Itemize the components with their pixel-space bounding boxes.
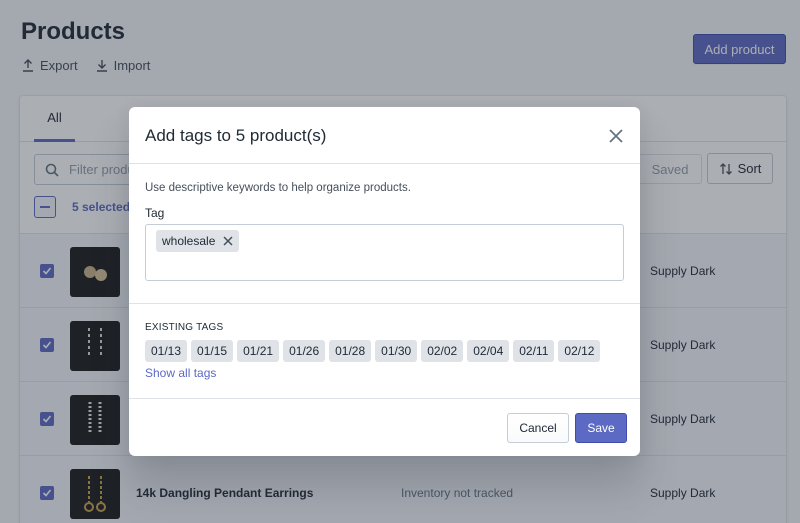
cancel-button[interactable]: Cancel xyxy=(507,413,569,443)
modal-body: Use descriptive keywords to help organiz… xyxy=(129,164,640,304)
help-text: Use descriptive keywords to help organiz… xyxy=(145,182,411,194)
existing-tag[interactable]: 02/02 xyxy=(421,340,464,362)
tag-chip: wholesale xyxy=(156,230,240,252)
existing-tag[interactable]: 02/04 xyxy=(467,340,510,362)
add-tags-modal: Add tags to 5 product(s) Use descriptive… xyxy=(129,107,640,456)
existing-tag[interactable]: 02/11 xyxy=(513,340,555,362)
modal-footer: Cancel Save xyxy=(129,399,640,456)
tag-chip-label: wholesale xyxy=(162,234,216,248)
modal-title: Add tags to 5 product(s) xyxy=(145,126,327,145)
tag-input[interactable]: wholesale xyxy=(145,224,624,281)
existing-tag[interactable]: 01/28 xyxy=(329,340,372,362)
existing-tag[interactable]: 02/12 xyxy=(558,340,601,362)
show-all-tags-link[interactable]: Show all tags xyxy=(145,366,216,380)
tag-label: Tag xyxy=(145,206,165,220)
close-button[interactable] xyxy=(605,125,627,147)
modal-header: Add tags to 5 product(s) xyxy=(129,107,640,164)
save-button[interactable]: Save xyxy=(575,413,627,443)
existing-tag[interactable]: 01/15 xyxy=(191,340,234,362)
existing-tags-list: 01/13 01/15 01/21 01/26 01/28 01/30 02/0… xyxy=(145,340,601,362)
close-icon xyxy=(223,236,233,246)
existing-tag[interactable]: 01/26 xyxy=(283,340,326,362)
existing-tag[interactable]: 01/21 xyxy=(237,340,280,362)
existing-tag[interactable]: 01/30 xyxy=(375,340,418,362)
remove-tag-button[interactable] xyxy=(223,236,233,246)
existing-tags-heading: EXISTING TAGS xyxy=(145,322,224,333)
existing-tag[interactable]: 01/13 xyxy=(145,340,188,362)
existing-tags-section: EXISTING TAGS 01/13 01/15 01/21 01/26 01… xyxy=(129,305,640,399)
close-icon xyxy=(609,129,623,143)
